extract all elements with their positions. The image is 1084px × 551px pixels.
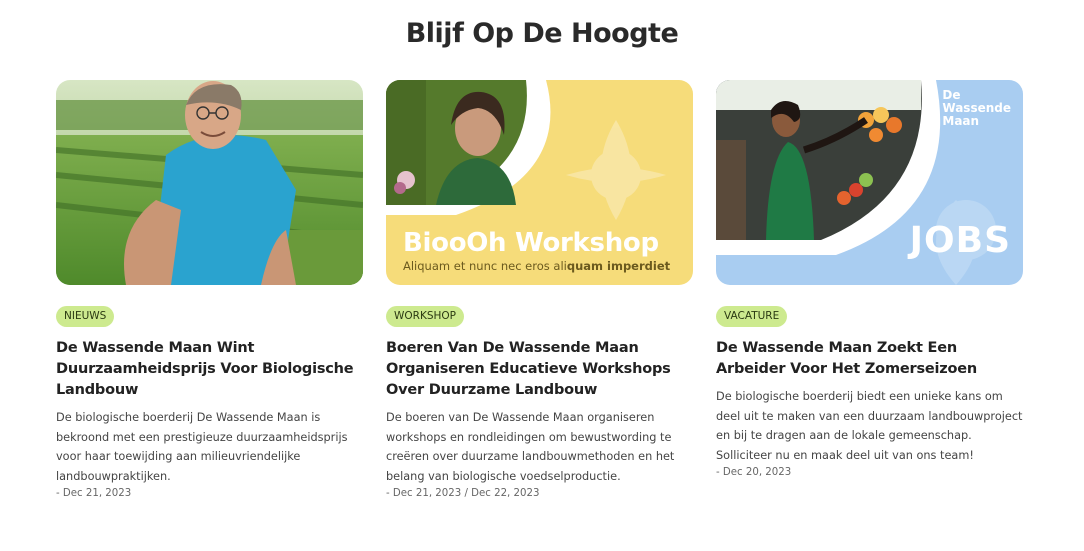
image-headline: BiooOh Workshop xyxy=(403,228,659,258)
image-headline: JOBS xyxy=(909,220,1011,261)
image-subline: Aliquam et nunc nec eros aliquam imperdi… xyxy=(403,259,671,273)
card-title[interactable]: De Wassende Maan Wint Duurzaamheidsprijs… xyxy=(56,338,363,401)
card-date: - Dec 21, 2023 xyxy=(56,488,132,499)
brand-logo: De Wassende Maan xyxy=(942,88,1011,128)
card-title[interactable]: De Wassende Maan Zoekt Een Arbeider Voor… xyxy=(716,338,1023,380)
workshop-card[interactable]: BiooOh Workshop Aliquam et nunc nec eros… xyxy=(386,80,693,501)
card-image[interactable]: De Wassende Maan JOBS xyxy=(716,80,1023,285)
category-badge[interactable]: WORKSHOP xyxy=(386,306,464,327)
card-date: - Dec 20, 2023 xyxy=(716,467,792,478)
card-title[interactable]: Boeren Van De Wassende Maan Organiseren … xyxy=(386,338,693,401)
news-card[interactable]: NIEUWS De Wassende Maan Wint Duurzaamhei… xyxy=(56,80,363,501)
vacancy-card[interactable]: De Wassende Maan JOBS VACATURE De Wassen… xyxy=(716,80,1023,480)
card-description: De boeren van De Wassende Maan organiser… xyxy=(386,411,675,483)
section-title: Blijf Op De Hoogte xyxy=(405,18,679,49)
card-image[interactable] xyxy=(56,80,363,285)
card-description: De biologische boerderij De Wassende Maa… xyxy=(56,411,348,483)
card-description: De biologische boerderij biedt een uniek… xyxy=(716,390,1023,462)
category-badge[interactable]: VACATURE xyxy=(716,306,788,327)
category-badge[interactable]: NIEUWS xyxy=(56,306,115,327)
card-image[interactable]: BiooOh Workshop Aliquam et nunc nec eros… xyxy=(386,80,693,285)
card-date: - Dec 21, 2023 / Dec 22, 2023 xyxy=(386,488,540,499)
